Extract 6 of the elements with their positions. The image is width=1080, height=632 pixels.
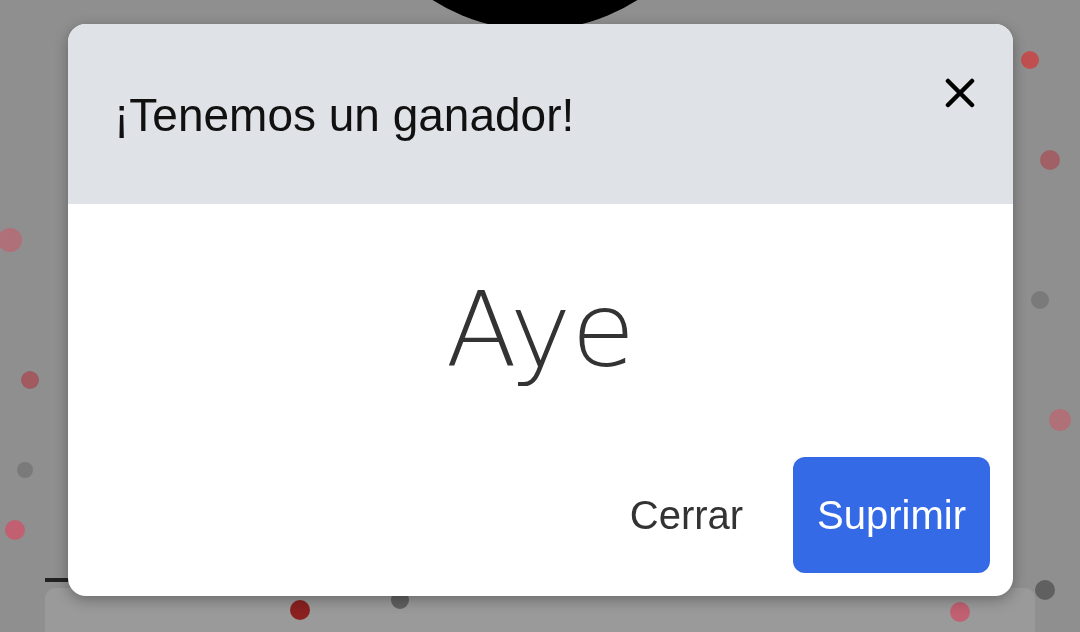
winner-name: Aye (445, 269, 636, 391)
close-text-button[interactable]: Cerrar (625, 457, 748, 573)
delete-button[interactable]: Suprimir (793, 457, 990, 573)
close-icon (945, 78, 975, 108)
close-button[interactable] (943, 76, 977, 110)
dialog-title: ¡Tenemos un ganador! (114, 88, 575, 142)
